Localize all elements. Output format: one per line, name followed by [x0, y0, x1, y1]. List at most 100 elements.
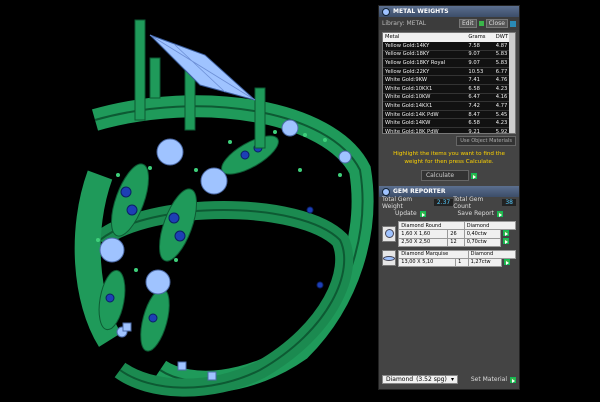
calculate-arrow-icon[interactable]	[471, 172, 478, 179]
help-icon[interactable]	[510, 20, 516, 27]
total-gem-count-label: Total Gem Count	[453, 195, 484, 210]
gem-size: 13,00 X 5,10	[398, 257, 457, 267]
metal-weights-icon	[382, 7, 390, 16]
calculate-button[interactable]: Calculate	[420, 170, 470, 181]
close-button[interactable]: Close	[485, 19, 508, 28]
gem-table-marquise: Diamond Marquise Diamond 13,00 X 5,10 1 …	[398, 249, 517, 268]
metal-row[interactable]: White Gold:10KX1 6.58 4.23	[383, 84, 515, 94]
metal-table-scrollbar[interactable]	[509, 33, 515, 133]
material-select[interactable]: Diamond (3.52 spg) ▾	[382, 375, 458, 384]
save-report-arrow-icon[interactable]	[497, 210, 503, 217]
round-diamond-thumbnail	[382, 225, 397, 242]
gem-ctw: 1,27ctw	[467, 257, 502, 267]
gem-reporter-icon	[382, 187, 390, 196]
metal-name: White Gold:14K PdW	[383, 110, 467, 120]
center-head	[134, 19, 266, 149]
set-material-button[interactable]: Set Material	[471, 376, 507, 383]
material-select-value: Diamond	[386, 376, 414, 383]
marquise-gem-icon	[383, 255, 396, 261]
metal-grams: 7.42	[466, 101, 494, 111]
metal-grams: 9.07	[466, 58, 494, 68]
gem-shape: Diamond Round	[398, 221, 465, 230]
metal-grams: 7.41	[466, 75, 494, 86]
metal-table: Metal Grams DWT Yellow Gold:14KY 7.58 4.87…	[383, 33, 515, 133]
gem-row[interactable]: 1,60 X 1,60 26 0,40ctw	[398, 229, 516, 239]
gem-group-2: Diamond Marquise Diamond 13,00 X 5,10 1 …	[382, 249, 517, 268]
chevron-down-icon: ▾	[450, 376, 454, 383]
marquise-diamond-thumbnail	[382, 250, 397, 267]
update-button[interactable]: Update	[395, 210, 417, 217]
metal-name: Yellow Gold:18KY	[383, 50, 467, 60]
metal-grams: 7.58	[466, 41, 494, 51]
total-gem-count-value: 38	[502, 199, 516, 206]
metal-hint-text: Highlight the items you want to find the…	[393, 151, 505, 165]
col-grams[interactable]: Grams	[466, 33, 494, 42]
metal-grams: 6.58	[466, 118, 494, 129]
use-object-materials-button[interactable]: Use Object Materials	[456, 136, 516, 146]
wedding-band	[94, 201, 354, 397]
edit-button[interactable]: Edit	[459, 19, 477, 28]
metal-row[interactable]: White Gold:14K PdW 8.47 5.45	[383, 110, 515, 120]
metal-grams: 6.47	[466, 93, 494, 103]
gem-ctw: 0,70ctw	[463, 237, 501, 247]
gem-row-arrow-icon[interactable]	[502, 230, 509, 236]
metal-row[interactable]: Yellow Gold:22KY 10.53 6.77	[383, 67, 515, 77]
gem-row-action[interactable]	[500, 238, 516, 246]
metal-row[interactable]: White Gold:18K PdW 9.21 5.92	[383, 127, 515, 133]
marquise-section-1	[111, 163, 149, 237]
set-material-arrow-icon[interactable]	[510, 376, 516, 383]
material-sg: (3.52 spg)	[416, 376, 447, 383]
gem-count: 26	[447, 229, 465, 239]
gem-ctw: 0,40ctw	[463, 229, 501, 239]
library-label: Library: METAL	[382, 20, 427, 27]
edit-indicator-icon	[478, 21, 484, 26]
metal-grams: 9.07	[466, 50, 494, 60]
gem-row[interactable]: 13,00 X 5,10 1 1,27ctw	[398, 257, 516, 267]
metal-row[interactable]: White Gold:14KX1 7.42 4.77	[383, 101, 515, 111]
metal-row[interactable]: Yellow Gold:18KY 9.07 5.83	[383, 50, 515, 60]
gem-row-arrow-icon[interactable]	[503, 258, 510, 265]
round-gem-icon	[384, 229, 394, 239]
ring-render	[74, 19, 374, 397]
gem-size: 1,60 X 1,60	[398, 229, 449, 239]
metal-row[interactable]: White Gold:14KW 6.58 4.23	[383, 118, 515, 129]
col-metal[interactable]: Metal	[383, 33, 467, 42]
metal-name: White Gold:14KX1	[383, 101, 467, 111]
gem-table-round: Diamond Round Diamond 1,60 X 1,60 26 0,4…	[398, 221, 517, 247]
3d-viewport[interactable]	[0, 0, 378, 400]
metal-name: Yellow Gold:14KY	[383, 41, 467, 51]
gem-row[interactable]: 2,50 X 2,50 12 0,70ctw	[398, 237, 516, 247]
gem-count: 1	[455, 257, 469, 267]
total-gem-weight-value: 2.37	[433, 199, 454, 206]
metal-grams: 10.53	[466, 67, 494, 77]
gem-row-action[interactable]	[500, 229, 516, 238]
metal-name: White Gold:18K PdW	[383, 127, 467, 133]
metal-table-container[interactable]: Metal Grams DWT Yellow Gold:14KY 7.58 4.87…	[382, 32, 516, 134]
metal-row[interactable]: Yellow Gold:18KY Royal 9.07 5.83	[383, 58, 515, 68]
metal-grams: 9.21	[466, 127, 494, 133]
metal-name: White Gold:14KW	[383, 118, 467, 129]
gem-size: 2,50 X 2,50	[398, 237, 449, 247]
metal-name: Yellow Gold:18KY Royal	[383, 58, 467, 68]
metal-name: Yellow Gold:22KY	[383, 67, 467, 77]
metal-weights-title: METAL WEIGHTS	[393, 8, 449, 15]
engagement-band	[91, 95, 374, 393]
metal-row[interactable]: White Gold:10KW 6.47 4.16	[383, 93, 515, 103]
material-bar: Diamond (3.52 spg) ▾ Set Material	[382, 374, 516, 385]
save-report-button[interactable]: Save Report	[457, 210, 494, 217]
metal-name: White Gold:10KX1	[383, 84, 467, 94]
library-bar: Library: METAL Edit Close	[379, 17, 519, 30]
metal-grams: 8.47	[466, 110, 494, 120]
metal-row[interactable]: White Gold:9KW 7.41 4.76	[383, 75, 515, 86]
metal-grams: 6.58	[466, 84, 494, 94]
update-arrow-icon[interactable]	[419, 210, 426, 217]
gem-reporter-title: GEM REPORTER	[393, 188, 446, 195]
gem-row-arrow-icon[interactable]	[502, 238, 509, 244]
side-panel: METAL WEIGHTS Library: METAL Edit Close …	[378, 5, 520, 390]
metal-name: White Gold:9KW	[383, 75, 467, 86]
metal-weights-header[interactable]: METAL WEIGHTS	[379, 6, 519, 17]
gem-group-1: Diamond Round Diamond 1,60 X 1,60 26 0,4…	[382, 221, 517, 247]
gem-shape: Diamond Marquise	[398, 249, 469, 259]
metal-row[interactable]: Yellow Gold:14KY 7.58 4.87	[383, 41, 515, 51]
gem-row-action[interactable]	[501, 258, 516, 267]
